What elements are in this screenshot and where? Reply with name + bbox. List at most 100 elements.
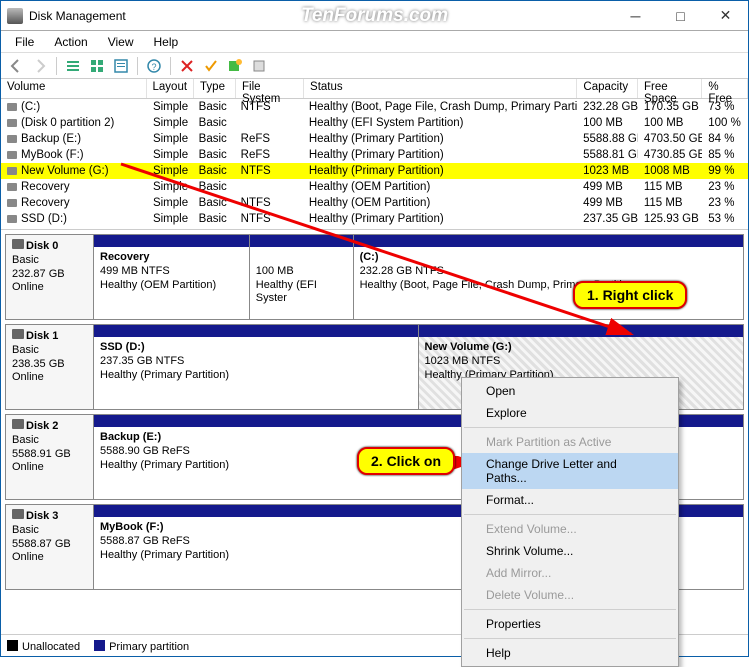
partition-size: 100 MB — [256, 265, 294, 277]
cell-fs: ReFS — [235, 133, 303, 145]
volume-row[interactable]: Backup (E:)SimpleBasicReFSHealthy (Prima… — [1, 131, 748, 147]
cell-volume: New Volume (G:) — [21, 165, 109, 177]
new-partition-button[interactable] — [224, 55, 246, 77]
disk-type: Basic — [12, 434, 39, 446]
partition-name: New Volume (G:) — [425, 341, 512, 353]
cell-volume: Backup (E:) — [21, 133, 81, 145]
col-status[interactable]: Status — [304, 79, 577, 98]
ctx-open[interactable]: Open — [462, 380, 678, 402]
close-button[interactable]: ✕ — [703, 1, 748, 30]
volume-row[interactable]: (Disk 0 partition 2)SimpleBasicHealthy (… — [1, 115, 748, 131]
menu-view[interactable]: View — [98, 33, 144, 51]
help-button[interactable]: ? — [143, 55, 165, 77]
view-list-button[interactable] — [62, 55, 84, 77]
cell-volume: SSD (D:) — [21, 213, 67, 225]
volume-row[interactable]: MyBook (F:)SimpleBasicReFSHealthy (Prima… — [1, 147, 748, 163]
ctx-format[interactable]: Format... — [462, 489, 678, 511]
back-button[interactable] — [5, 55, 27, 77]
volume-row[interactable]: SSD (D:)SimpleBasicNTFSHealthy (Primary … — [1, 211, 748, 227]
disk-label[interactable]: Disk 1 Basic 238.35 GB Online — [5, 324, 93, 410]
cell-pct: 84 % — [702, 133, 748, 145]
disk-icon — [12, 239, 24, 249]
partition-name: SSD (D:) — [100, 341, 145, 353]
menu-help[interactable]: Help — [144, 33, 189, 51]
disk-state: Online — [12, 281, 44, 293]
col-pctfree[interactable]: % Free — [702, 79, 748, 98]
titlebar: Disk Management ─ □ ✕ — [1, 1, 748, 31]
legend-primary: Primary partition — [109, 641, 189, 653]
ctx-shrink-volume[interactable]: Shrink Volume... — [462, 540, 678, 562]
cell-pct: 23 % — [702, 181, 748, 193]
cell-free: 115 MB — [638, 181, 702, 193]
disk-label[interactable]: Disk 2 Basic 5588.91 GB Online — [5, 414, 93, 500]
disk-label[interactable]: Disk 3 Basic 5588.87 GB Online — [5, 504, 93, 590]
col-capacity[interactable]: Capacity — [577, 79, 638, 98]
cell-status: Healthy (Primary Partition) — [303, 133, 577, 145]
cell-type: Basic — [193, 213, 235, 225]
partition-size: 5588.90 GB ReFS — [100, 445, 190, 457]
col-volume[interactable]: Volume — [1, 79, 147, 98]
cell-status: Healthy (Primary Partition) — [303, 149, 577, 161]
cell-type: Basic — [193, 165, 235, 177]
view-grid-button[interactable] — [86, 55, 108, 77]
cell-fs: NTFS — [235, 197, 303, 209]
col-layout[interactable]: Layout — [147, 79, 195, 98]
disk-name: Disk 1 — [26, 330, 58, 342]
cell-capacity: 100 MB — [577, 117, 638, 129]
volume-icon — [7, 135, 17, 143]
cell-capacity: 237.35 GB — [577, 213, 638, 225]
refresh-button[interactable] — [110, 55, 132, 77]
disk-icon — [12, 419, 24, 429]
partition-size: 1023 MB NTFS — [425, 355, 501, 367]
cell-volume: Recovery — [21, 181, 70, 193]
cell-free: 100 MB — [638, 117, 702, 129]
ctx-delete-volume: Delete Volume... — [462, 584, 678, 606]
volume-icon — [7, 103, 17, 111]
volume-row[interactable]: (C:)SimpleBasicNTFSHealthy (Boot, Page F… — [1, 99, 748, 115]
ctx-mark-active: Mark Partition as Active — [462, 431, 678, 453]
ctx-properties[interactable]: Properties — [462, 613, 678, 635]
disk-label[interactable]: Disk 0 Basic 232.87 GB Online — [5, 234, 93, 320]
ctx-help[interactable]: Help — [462, 642, 678, 664]
properties-button[interactable] — [248, 55, 270, 77]
volume-icon — [7, 183, 17, 191]
volume-icon — [7, 215, 17, 223]
cell-layout: Simple — [147, 165, 193, 177]
volume-row[interactable]: New Volume (G:)SimpleBasicNTFSHealthy (P… — [1, 163, 748, 179]
partition[interactable]: SSD (D:) 237.35 GB NTFS Healthy (Primary… — [94, 325, 419, 409]
delete-button[interactable] — [176, 55, 198, 77]
cell-layout: Simple — [147, 133, 193, 145]
cell-fs: NTFS — [235, 165, 303, 177]
cell-layout: Simple — [147, 149, 193, 161]
disk-icon — [12, 329, 24, 339]
ctx-explore[interactable]: Explore — [462, 402, 678, 424]
cell-volume: Recovery — [21, 197, 70, 209]
partition-bar-icon — [250, 235, 353, 247]
cell-layout: Simple — [147, 213, 193, 225]
col-freespace[interactable]: Free Space — [638, 79, 702, 98]
minimize-button[interactable]: ─ — [613, 1, 658, 30]
cell-pct: 99 % — [702, 165, 748, 177]
col-type[interactable]: Type — [194, 79, 236, 98]
volume-row[interactable]: RecoverySimpleBasicNTFSHealthy (OEM Part… — [1, 195, 748, 211]
disk-type: Basic — [12, 254, 39, 266]
volume-icon — [7, 151, 17, 159]
menu-action[interactable]: Action — [44, 33, 97, 51]
volume-row[interactable]: RecoverySimpleBasicHealthy (OEM Partitio… — [1, 179, 748, 195]
cell-free: 1008 MB — [638, 165, 702, 177]
col-filesystem[interactable]: File System — [236, 79, 304, 98]
check-button[interactable] — [200, 55, 222, 77]
disk-state: Online — [12, 371, 44, 383]
volume-icon — [7, 119, 17, 127]
cell-capacity: 499 MB — [577, 197, 638, 209]
partition[interactable]: 100 MB Healthy (EFI Syster — [250, 235, 354, 319]
partition[interactable]: Recovery 499 MB NTFS Healthy (OEM Partit… — [94, 235, 250, 319]
partition[interactable]: (C:) 232.28 GB NTFS Healthy (Boot, Page … — [354, 235, 743, 319]
ctx-change-drive-letter[interactable]: Change Drive Letter and Paths... — [462, 453, 678, 489]
forward-button[interactable] — [29, 55, 51, 77]
disk-name: Disk 2 — [26, 420, 58, 432]
column-headers: Volume Layout Type File System Status Ca… — [1, 79, 748, 99]
maximize-button[interactable]: □ — [658, 1, 703, 30]
menu-file[interactable]: File — [5, 33, 44, 51]
toolbar: ? — [1, 53, 748, 79]
